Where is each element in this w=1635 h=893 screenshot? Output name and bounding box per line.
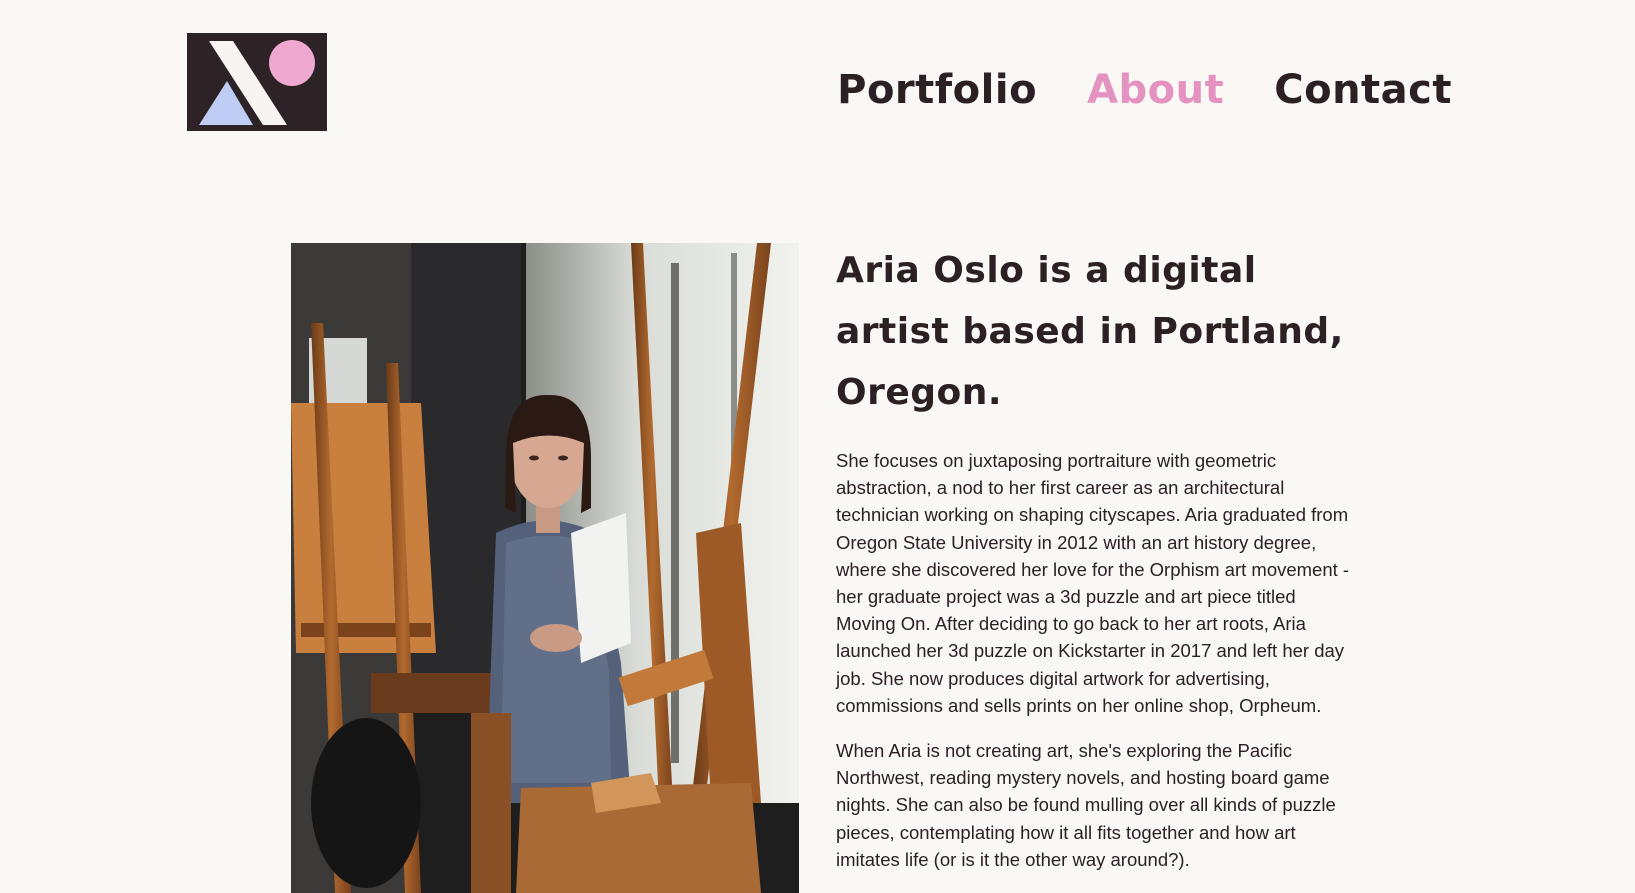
about-paragraph-2: When Aria is not creating art, she's exp… — [836, 740, 1336, 870]
logo[interactable] — [187, 33, 327, 131]
artist-portrait-image — [291, 243, 799, 893]
nav-contact[interactable]: Contact — [1274, 60, 1452, 120]
about-section: Aria Oslo is a digital artist based in P… — [836, 240, 1356, 873]
nav-portfolio[interactable]: Portfolio — [837, 60, 1037, 120]
logo-mark-icon — [187, 33, 327, 131]
about-paragraph-1: She focuses on juxtaposing portraiture w… — [836, 450, 1350, 716]
main-nav: Portfolio About Contact — [837, 60, 1452, 120]
nav-about[interactable]: About — [1087, 60, 1224, 120]
about-headline: Aria Oslo is a digital artist based in P… — [836, 250, 1344, 413]
